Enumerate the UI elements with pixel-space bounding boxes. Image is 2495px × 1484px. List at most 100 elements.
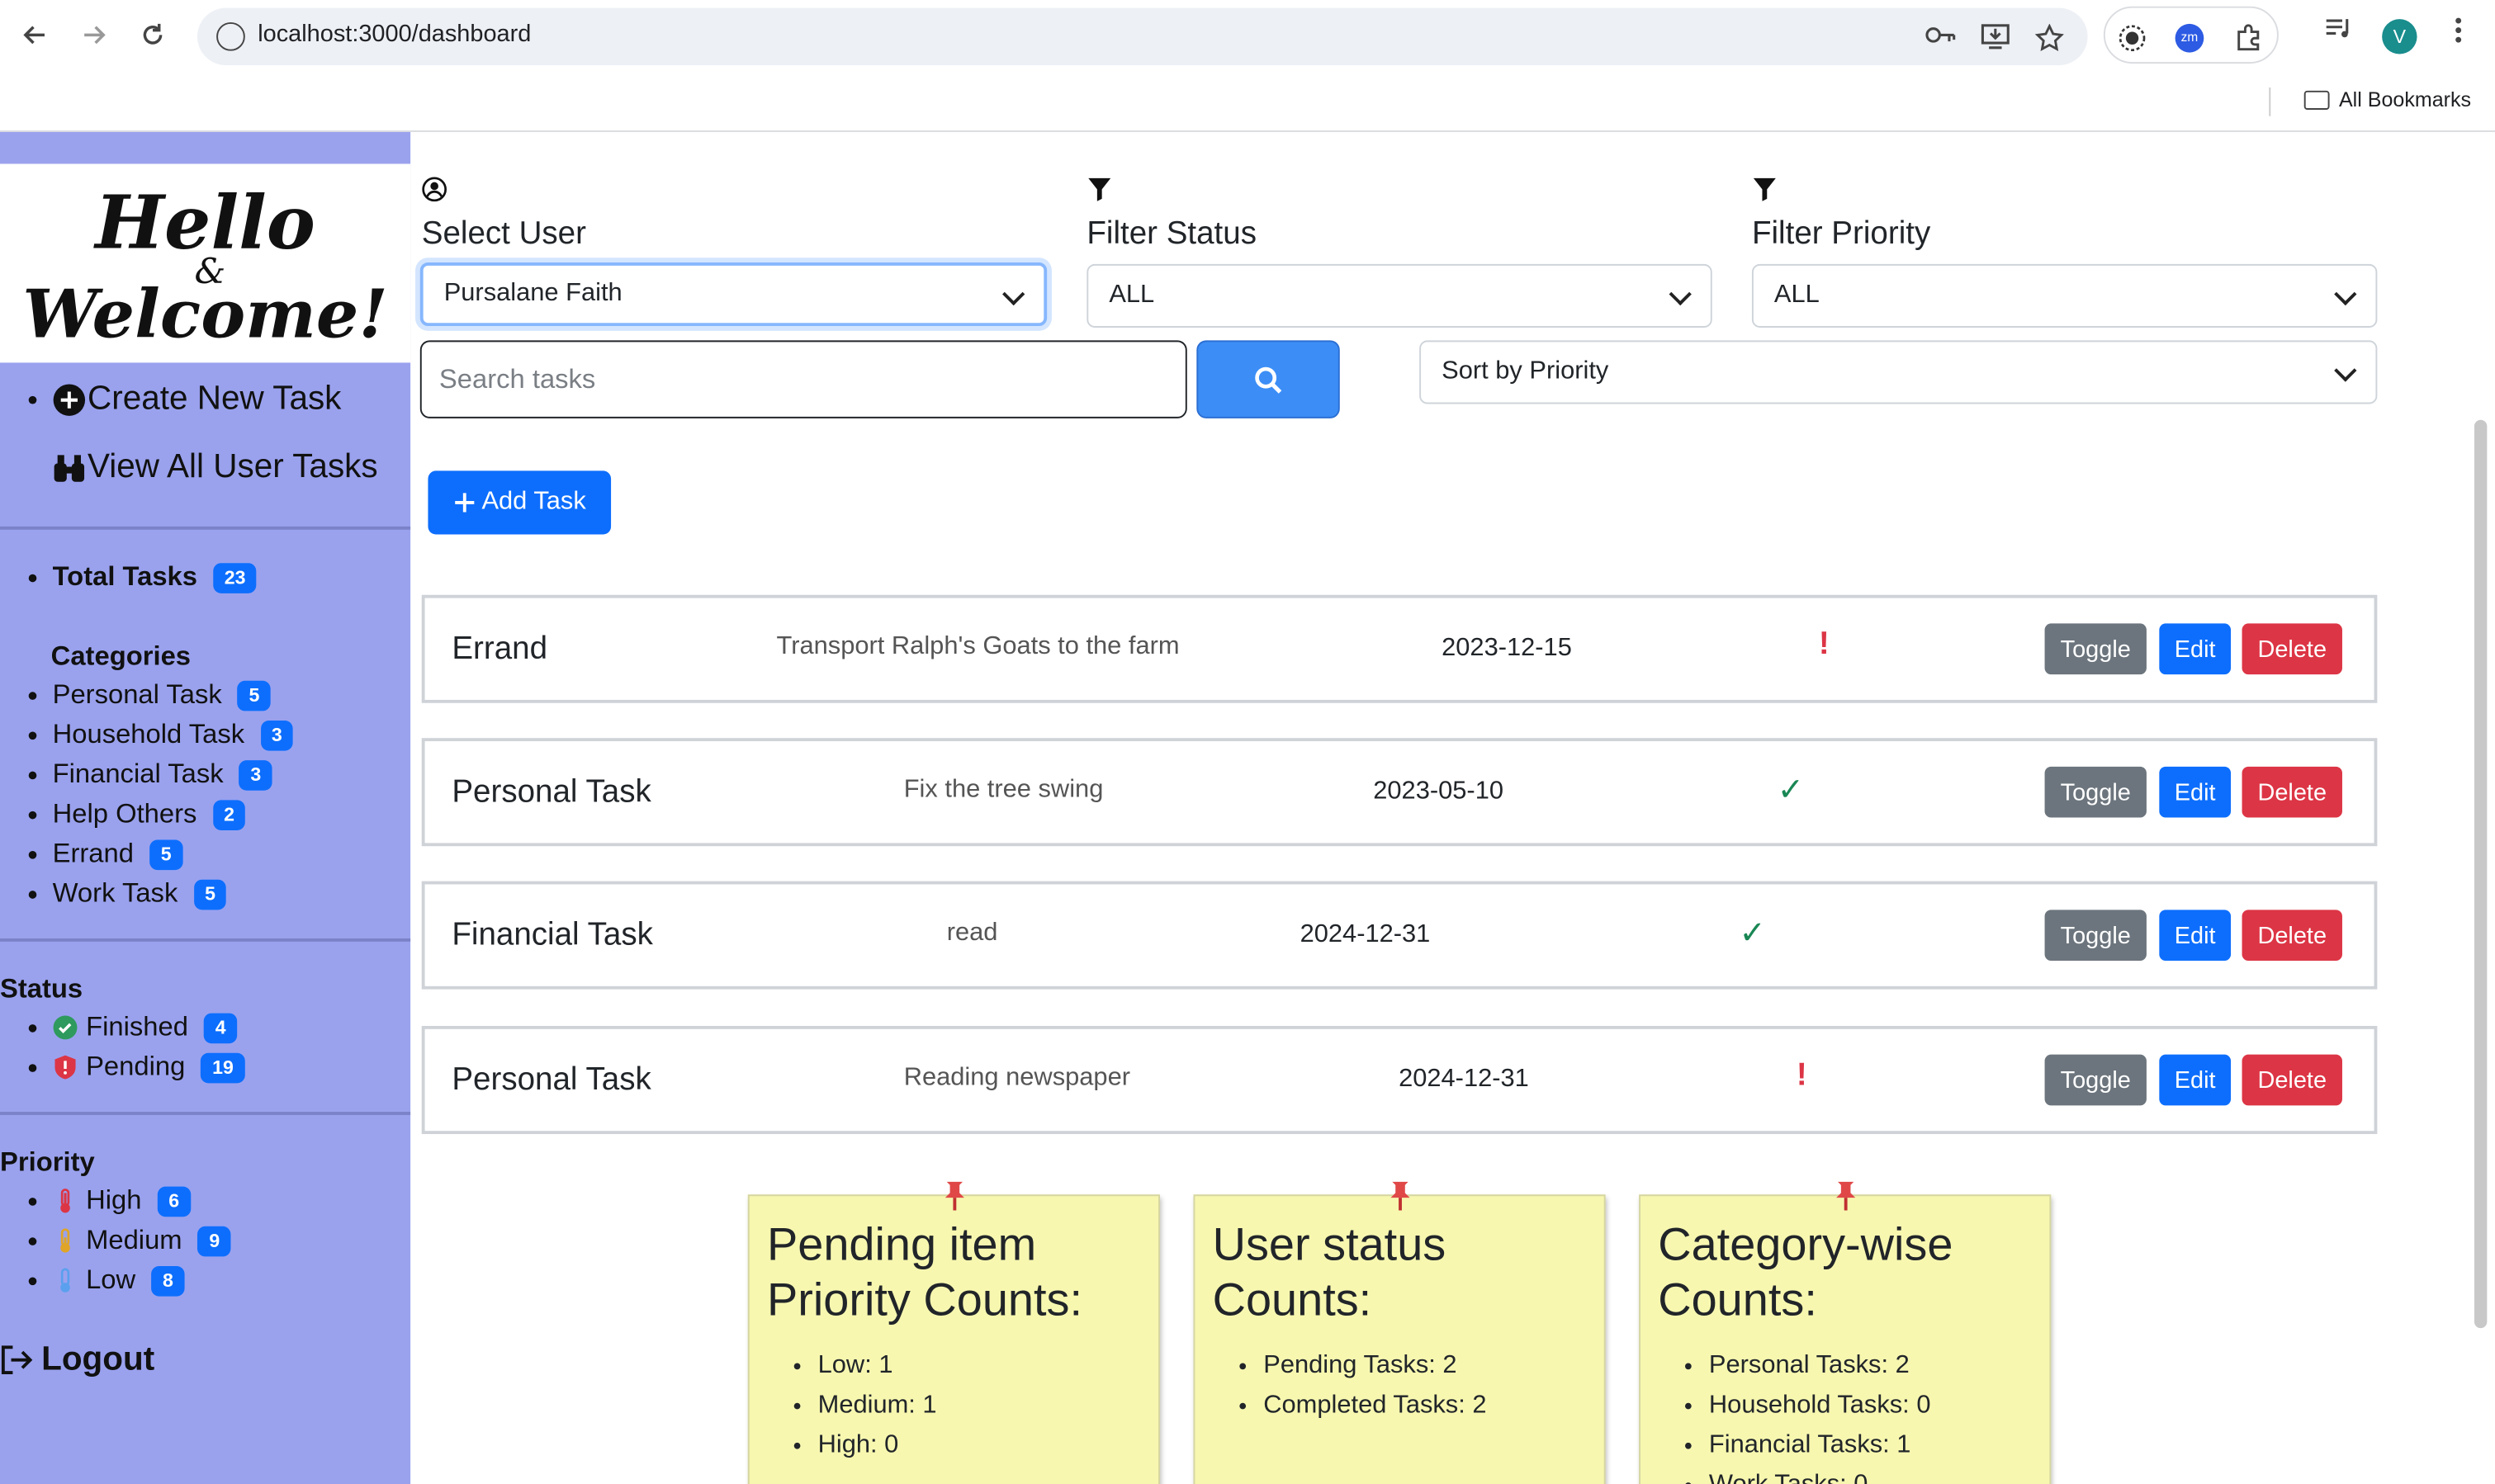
task-row: Personal Task Fix the tree swing 2023-05… xyxy=(421,738,2378,847)
delete-button[interactable]: Delete xyxy=(2242,910,2342,961)
category-label: Work Task xyxy=(52,877,178,909)
address-bar[interactable]: localhost:3000/dashboard xyxy=(196,7,2088,66)
filter-status-label: Filter Status xyxy=(1087,216,1257,252)
add-task-label: Add Task xyxy=(481,488,586,516)
page-scrollbar[interactable] xyxy=(2474,419,2488,1329)
categories-heading: Categories xyxy=(50,640,192,672)
status-item-finished[interactable]: Finished 4 xyxy=(28,1011,238,1044)
bullet xyxy=(28,573,37,582)
hello-welcome-logo: Hello & Welcome! xyxy=(0,163,411,363)
delete-button[interactable]: Delete xyxy=(2242,1054,2342,1106)
add-task-button[interactable]: Add Task xyxy=(428,470,612,535)
menu-kebab-icon[interactable] xyxy=(2442,16,2474,45)
bullet xyxy=(28,1063,37,1071)
bullet xyxy=(28,730,37,740)
bookmark-star-icon[interactable] xyxy=(2033,23,2066,53)
sort-select[interactable]: Sort by Priority xyxy=(1419,340,2378,404)
toggle-button[interactable]: Toggle xyxy=(2044,623,2147,675)
view-all-user-tasks-link[interactable]: View All User Tasks xyxy=(53,448,378,486)
category-item-household-task[interactable]: Household Task 3 xyxy=(28,719,294,751)
extensions-group: zm xyxy=(2103,6,2279,64)
search-placeholder: Search tasks xyxy=(438,363,596,394)
filter-priority-group: Filter Priority xyxy=(1752,177,2379,253)
pushpin-icon xyxy=(1390,1181,1410,1211)
user-select[interactable]: Pursalane Faith xyxy=(419,262,1048,327)
profile-avatar[interactable]: V xyxy=(2382,19,2417,54)
edit-button[interactable]: Edit xyxy=(2159,623,2232,675)
delete-button[interactable]: Delete xyxy=(2242,766,2342,818)
logout-link[interactable]: Logout xyxy=(0,1341,154,1379)
category-label: Household Task xyxy=(52,719,245,749)
media-control-icon[interactable] xyxy=(2323,16,2355,45)
logout-icon xyxy=(1,1345,33,1375)
bullet xyxy=(28,770,37,779)
toggle-button[interactable]: Toggle xyxy=(2044,1054,2147,1106)
task-date: 2024-12-31 xyxy=(1300,920,1431,948)
list-item: Household Tasks: 0 xyxy=(1709,1386,1931,1425)
category-item-errand[interactable]: Errand 5 xyxy=(28,839,183,871)
bullet xyxy=(28,691,37,699)
toggle-button[interactable]: Toggle xyxy=(2044,766,2147,818)
note-list: Low: 1 Medium: 1 High: 0 xyxy=(818,1345,937,1465)
delete-button[interactable]: Delete xyxy=(2242,623,2342,675)
site-info-icon[interactable] xyxy=(216,21,245,51)
edit-button[interactable]: Edit xyxy=(2159,766,2232,818)
status-item-pending[interactable]: Pending 19 xyxy=(28,1052,245,1084)
category-item-personal-task[interactable]: Personal Task 5 xyxy=(28,679,271,711)
folder-icon xyxy=(2303,89,2330,110)
user-status-note: User status Counts: Pending Tasks: 2 Com… xyxy=(1193,1181,1606,1484)
back-icon[interactable] xyxy=(16,16,54,54)
bookmark-separator xyxy=(2269,87,2271,116)
task-date: 2023-12-15 xyxy=(1442,634,1572,662)
priority-item-medium[interactable]: Medium 9 xyxy=(28,1225,231,1257)
toggle-button[interactable]: Toggle xyxy=(2044,910,2147,961)
priority-select[interactable]: ALL xyxy=(1751,263,2378,328)
category-counts-note: Category-wise Counts: Personal Tasks: 2 … xyxy=(1639,1181,2052,1484)
create-new-task-link[interactable]: Create New Task xyxy=(28,380,341,418)
priority-label: Low xyxy=(86,1264,136,1295)
install-app-icon[interactable] xyxy=(1980,24,2012,53)
zoom-extension-icon[interactable]: zm xyxy=(2175,23,2208,53)
total-tasks-badge: 23 xyxy=(213,562,258,593)
logout-label: Logout xyxy=(41,1340,155,1378)
task-row: Personal Task Reading newspaper 2024-12-… xyxy=(421,1025,2378,1135)
edit-button[interactable]: Edit xyxy=(2159,1054,2232,1106)
category-item-help-others[interactable]: Help Others 2 xyxy=(28,798,246,830)
task-description: Reading newspaper xyxy=(903,1064,1131,1092)
priority-heading: Priority xyxy=(0,1146,95,1178)
list-item: Work Tasks: 0 xyxy=(1709,1465,1931,1484)
forward-icon[interactable] xyxy=(75,16,113,54)
all-bookmarks-button[interactable]: All Bookmarks xyxy=(2303,87,2471,111)
sidebar-divider xyxy=(0,1112,411,1115)
note-list: Pending Tasks: 2 Completed Tasks: 2 xyxy=(1263,1345,1486,1425)
puzzle-extension-icon[interactable] xyxy=(2232,24,2265,53)
total-tasks-label: Total Tasks xyxy=(52,561,198,592)
user-circle-icon xyxy=(422,177,447,202)
category-count-badge: 2 xyxy=(212,799,246,829)
key-icon[interactable] xyxy=(1925,24,1958,53)
bullet xyxy=(28,1197,37,1205)
edit-button[interactable]: Edit xyxy=(2159,910,2232,961)
search-button[interactable] xyxy=(1196,340,1340,418)
thermometer-high-icon xyxy=(60,1189,70,1213)
priority-count-badge: 6 xyxy=(157,1185,191,1217)
thermometer-medium-icon xyxy=(60,1228,70,1253)
bullet xyxy=(28,890,37,898)
bullet xyxy=(28,395,37,404)
list-item: Completed Tasks: 2 xyxy=(1263,1386,1486,1425)
funnel-icon xyxy=(1088,177,1111,201)
reload-icon[interactable] xyxy=(134,16,172,54)
priority-counts-note: Pending item Priority Counts: Low: 1 Med… xyxy=(747,1181,1160,1484)
sun-extension-icon[interactable] xyxy=(2116,24,2148,53)
note-title: Category-wise Counts: xyxy=(1658,1220,1953,1327)
search-input[interactable]: Search tasks xyxy=(419,340,1187,418)
priority-item-low[interactable]: Low 8 xyxy=(28,1264,185,1297)
status-select-value: ALL xyxy=(1109,281,1155,309)
category-item-financial-task[interactable]: Financial Task 3 xyxy=(28,759,272,791)
category-item-work-task[interactable]: Work Task 5 xyxy=(28,877,227,910)
status-label: Finished xyxy=(86,1011,188,1042)
list-item: Financial Tasks: 1 xyxy=(1709,1425,1931,1465)
sidebar-divider xyxy=(0,526,411,530)
priority-item-high[interactable]: High 6 xyxy=(28,1185,191,1217)
status-select[interactable]: ALL xyxy=(1087,263,1712,328)
